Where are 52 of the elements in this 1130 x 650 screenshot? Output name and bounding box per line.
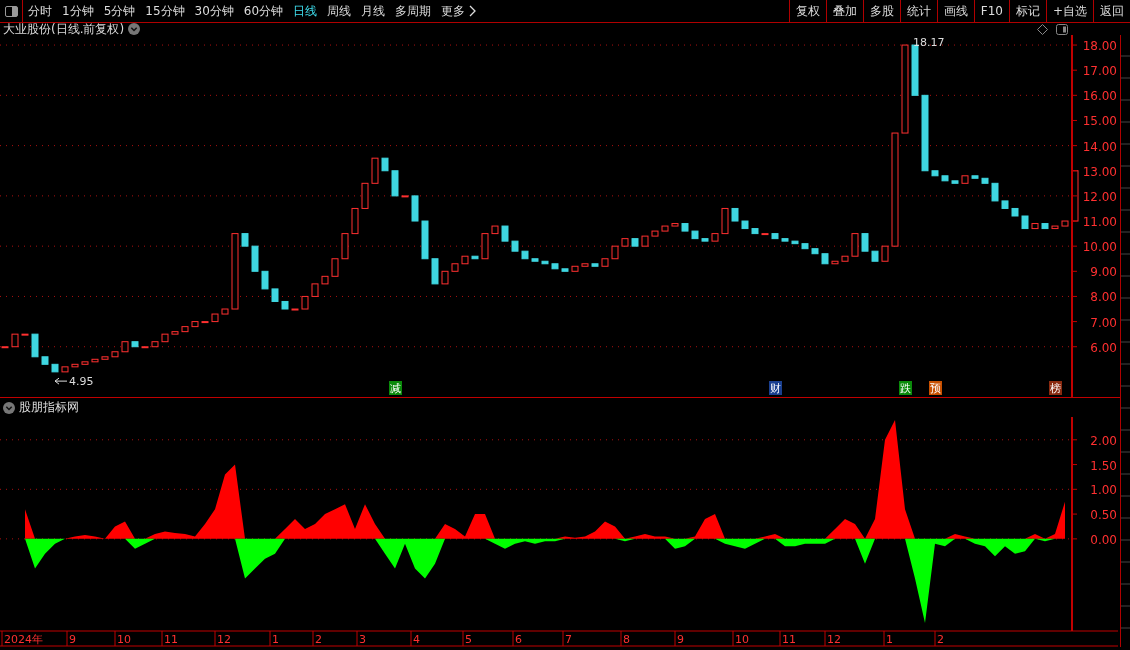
axis-label: 0.00 — [1090, 532, 1117, 547]
axis-label: 2 — [937, 633, 944, 646]
axis-label: 11.00 — [1082, 215, 1117, 230]
axis-label: 14.00 — [1082, 139, 1117, 154]
axis-label: 9.00 — [1090, 265, 1117, 280]
axis-label: 4 — [413, 633, 420, 646]
axis-label: 1.50 — [1090, 458, 1117, 473]
axis-label: 8 — [623, 633, 630, 646]
axis-label: 10 — [735, 633, 749, 646]
axis-label: 6 — [515, 633, 522, 646]
axis-label: 18.00 — [1082, 39, 1117, 54]
event-marker[interactable]: 财 — [769, 381, 782, 395]
axis-label: 2024年 — [4, 633, 43, 646]
axis-label: 12 — [217, 633, 231, 646]
chevron-right-icon — [469, 5, 478, 17]
chart-title: 大业股份(日线.前复权) — [2, 23, 125, 35]
axis-label: 1 — [272, 633, 279, 646]
diamond-icon[interactable] — [1037, 23, 1048, 35]
axis-label: 16.00 — [1082, 89, 1117, 104]
axis-label: 11 — [164, 633, 178, 646]
axis-label: 11 — [782, 633, 796, 646]
axis-label: 3 — [359, 633, 366, 646]
axis-label: 2.00 — [1090, 433, 1117, 448]
event-marker[interactable]: 跌 — [899, 381, 912, 395]
axis-label: 0.50 — [1090, 508, 1117, 523]
event-marker[interactable]: 榜 — [1049, 381, 1062, 395]
axis-label: 7 — [565, 633, 572, 646]
dropdown-icon[interactable] — [3, 401, 15, 414]
axis-label: 1 — [886, 633, 893, 646]
arrow-icon — [54, 377, 68, 385]
axis-label: 9 — [69, 633, 76, 646]
axis-label: 2 — [315, 633, 322, 646]
axis-label: 9 — [677, 633, 684, 646]
axis-label: 12.00 — [1082, 189, 1117, 204]
axis-label: 17.00 — [1082, 64, 1117, 79]
axis-label: 6.00 — [1090, 340, 1117, 355]
axis-label: 12 — [827, 633, 841, 646]
axis-label: 5 — [465, 633, 472, 646]
indicator-title: 股朋指标网 — [19, 399, 79, 416]
event-marker[interactable]: 预 — [929, 381, 942, 395]
panel-toggle-icon[interactable] — [1056, 23, 1068, 35]
axis-label: 7.00 — [1090, 315, 1117, 330]
dropdown-icon[interactable] — [128, 23, 141, 35]
price-label: 4.95 — [69, 375, 94, 389]
axis-label: 8.00 — [1090, 290, 1117, 305]
axis-label: 15.00 — [1082, 114, 1117, 129]
axis-label: 10.00 — [1082, 240, 1117, 255]
event-marker[interactable]: 减 — [389, 381, 402, 395]
price-label: 18.17 — [913, 35, 945, 49]
axis-label: 1.00 — [1090, 483, 1117, 498]
axis-label: 13.00 — [1082, 164, 1117, 179]
axis-label: 10 — [117, 633, 131, 646]
